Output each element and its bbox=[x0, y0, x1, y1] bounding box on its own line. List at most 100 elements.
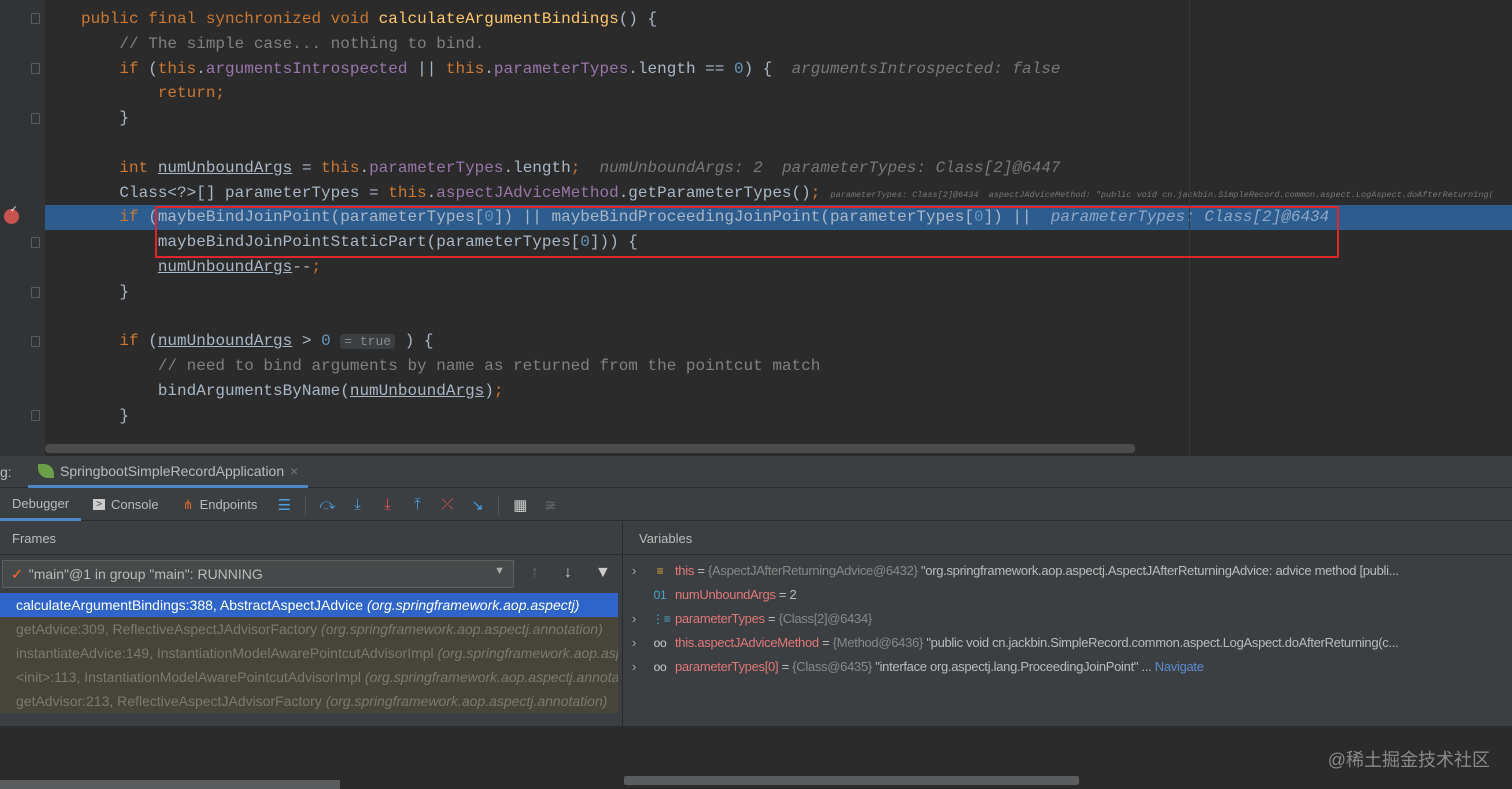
tab-console[interactable]: > Console bbox=[81, 489, 171, 521]
code-line[interactable]: // The simple case... nothing to bind. bbox=[45, 32, 1512, 57]
code-token: if bbox=[81, 332, 149, 351]
step-out-icon[interactable]: ⤒ bbox=[406, 496, 428, 513]
code-token: numUnboundArgs bbox=[157, 332, 293, 351]
code-line[interactable]: return; bbox=[45, 81, 1512, 106]
code-token: argumentsIntrospected bbox=[205, 59, 408, 78]
navigate-link[interactable]: Navigate bbox=[1155, 659, 1204, 674]
console-icon: > bbox=[93, 499, 105, 510]
frame-package: (org.springframework.aop.aspectj.annotat… bbox=[321, 621, 603, 637]
code-line[interactable]: if (numUnboundArgs > 0 = true ) { bbox=[45, 329, 1512, 354]
code-token: ) bbox=[484, 382, 494, 400]
variable-row[interactable]: 01 numUnboundArgs = 2 bbox=[624, 583, 1512, 607]
run-config-name: SpringbootSimpleRecordApplication bbox=[60, 462, 285, 479]
chevron-right-icon[interactable]: › bbox=[632, 631, 636, 655]
code-line[interactable]: Class<?>[] parameterTypes = this.aspectJ… bbox=[45, 181, 1512, 206]
code-line[interactable]: if (this.argumentsIntrospected || this.p… bbox=[45, 57, 1512, 82]
arrow-up-icon[interactable]: ↑ bbox=[531, 564, 539, 582]
breakpoint-icon[interactable] bbox=[4, 204, 19, 224]
code-token: > bbox=[292, 332, 322, 351]
code-token: 0 bbox=[733, 59, 744, 78]
code-token: parameterTypes bbox=[369, 158, 504, 177]
close-tab-icon[interactable]: × bbox=[290, 463, 298, 479]
arrow-down-icon[interactable]: ↓ bbox=[564, 564, 572, 582]
code-line[interactable]: // need to bind arguments by name as ret… bbox=[45, 354, 1512, 379]
variable-row[interactable]: › oo this.aspectJAdviceMethod = {Method@64… bbox=[624, 631, 1512, 655]
endpoints-icon: ⋔ bbox=[182, 496, 194, 512]
fold-icon[interactable] bbox=[31, 336, 40, 347]
variable-name: this bbox=[675, 563, 695, 578]
tab-endpoints[interactable]: ⋔ Endpoints bbox=[171, 489, 270, 521]
code-token: parameterTypes bbox=[493, 59, 629, 78]
spring-boot-icon bbox=[38, 463, 54, 478]
tab-console-label: Console bbox=[110, 497, 159, 512]
frame-item[interactable]: <init>:113, InstantiationModelAwarePoint… bbox=[0, 665, 618, 689]
editor-gutter[interactable] bbox=[0, 0, 45, 456]
tab-debugger-label: Debugger bbox=[12, 495, 70, 511]
trace-icon[interactable]: ≆ bbox=[539, 496, 561, 514]
code-token: int bbox=[81, 158, 158, 177]
code-line[interactable]: } bbox=[45, 106, 1512, 131]
fold-icon[interactable] bbox=[31, 63, 40, 74]
code-line[interactable] bbox=[45, 305, 1512, 330]
code-line[interactable]: } bbox=[45, 280, 1512, 305]
code-token: calculateArgumentBindings bbox=[378, 10, 619, 28]
code-line[interactable] bbox=[45, 131, 1512, 156]
variable-row[interactable]: › oo parameterTypes[0] = {Class@6435} "int… bbox=[624, 655, 1512, 679]
code-token: 0 bbox=[973, 208, 984, 227]
code-line[interactable]: bindArgumentsByName(numUnboundArgs); bbox=[45, 379, 1512, 404]
frame-item[interactable]: calculateArgumentBindings:388, AbstractA… bbox=[0, 593, 618, 617]
variables-scrollbar[interactable] bbox=[624, 776, 1079, 785]
tab-debugger[interactable]: Debugger bbox=[0, 489, 82, 521]
code-line[interactable]: } bbox=[45, 404, 1512, 429]
fold-icon[interactable] bbox=[31, 410, 40, 421]
variables-panel: Variables › ≡ this = {AspectJAfterReturnin… bbox=[624, 522, 1512, 785]
horizontal-scrollbar[interactable] bbox=[45, 444, 1135, 453]
chevron-right-icon[interactable]: › bbox=[632, 607, 636, 631]
code-editor[interactable]: public final synchronized void calculate… bbox=[0, 0, 1512, 456]
code-token: if bbox=[81, 208, 149, 227]
variable-row[interactable]: › ⋮≡ parameterTypes = {Class[2]@6434} bbox=[624, 607, 1512, 631]
chevron-right-icon[interactable]: › bbox=[632, 655, 636, 679]
frames-scrollbar[interactable] bbox=[0, 780, 340, 789]
current-execution-line[interactable]: if (maybeBindJoinPoint(parameterTypes[ 0]… bbox=[45, 205, 1512, 231]
inline-debug-value: numUnboundArgs: 2 parameterTypes: Class[… bbox=[580, 158, 1061, 177]
frame-item[interactable]: instantiateAdvice:149, InstantiationMode… bbox=[0, 641, 618, 665]
inline-debug-value: parameterTypes: Class[2]@6434 bbox=[1050, 208, 1330, 227]
code-line[interactable]: maybeBindJoinPointStaticPart(parameterTy… bbox=[45, 230, 1512, 255]
code-token: ; bbox=[570, 158, 581, 177]
run-to-cursor-icon[interactable]: ↘ bbox=[466, 496, 488, 514]
fold-icon[interactable] bbox=[31, 113, 40, 124]
code-line[interactable]: public final synchronized void calculate… bbox=[45, 7, 1512, 32]
variable-value: "public void cn.jackbin.SimpleRecord.com… bbox=[926, 635, 1399, 650]
evaluate-expression-icon[interactable]: ▦ bbox=[509, 496, 531, 514]
code-token: (maybeBindJoinPoint(parameterTypes[ bbox=[148, 208, 485, 227]
variable-row[interactable]: › ≡ this = {AspectJAfterReturningAdvice@64… bbox=[624, 559, 1512, 583]
code-line[interactable]: numUnboundArgs--; bbox=[45, 255, 1512, 280]
frame-item[interactable]: getAdvice:309, ReflectiveAspectJAdvisorF… bbox=[0, 617, 618, 641]
code-token: this bbox=[388, 183, 427, 202]
code-token: maybeBindJoinPointStaticPart(parameterTy… bbox=[81, 233, 581, 252]
code-token: ])) { bbox=[589, 233, 638, 252]
code-token: ( bbox=[148, 332, 158, 351]
fold-icon[interactable] bbox=[31, 237, 40, 248]
drop-frame-icon[interactable]: ⤫ bbox=[436, 496, 458, 513]
frame-package: (org.springframework.aop.aspectj) bbox=[366, 597, 580, 613]
variable-value: "org.springframework.aop.aspectj.AspectJ… bbox=[920, 563, 1399, 578]
filter-icon[interactable]: ▼ bbox=[595, 564, 611, 582]
code-line[interactable]: int numUnboundArgs = this.parameterTypes… bbox=[45, 156, 1512, 181]
force-step-into-icon[interactable]: ⤓ bbox=[376, 496, 398, 513]
step-over-icon[interactable]: ⤼ bbox=[316, 496, 338, 513]
frame-item[interactable]: getAdvisor:213, ReflectiveAspectJAdvisor… bbox=[0, 689, 618, 713]
run-config-tab[interactable]: SpringbootSimpleRecordApplication × bbox=[28, 456, 309, 488]
thread-selector[interactable]: ✓ "main"@1 in group "main": RUNNING ▼ bbox=[2, 560, 514, 588]
code-token: ( bbox=[148, 59, 158, 78]
debug-tab-bar: g: SpringbootSimpleRecordApplication × bbox=[0, 456, 1512, 488]
code-token: ]) || maybeBindProceedingJoinPoint(param… bbox=[493, 208, 974, 227]
chevron-right-icon[interactable]: › bbox=[632, 559, 636, 583]
menu-icon[interactable]: ☰ bbox=[273, 496, 295, 514]
debug-tool-window: g: SpringbootSimpleRecordApplication × D… bbox=[0, 456, 1512, 789]
fold-icon[interactable] bbox=[31, 287, 40, 298]
step-into-icon[interactable]: ⤓ bbox=[346, 496, 368, 513]
fold-icon[interactable] bbox=[31, 13, 40, 24]
